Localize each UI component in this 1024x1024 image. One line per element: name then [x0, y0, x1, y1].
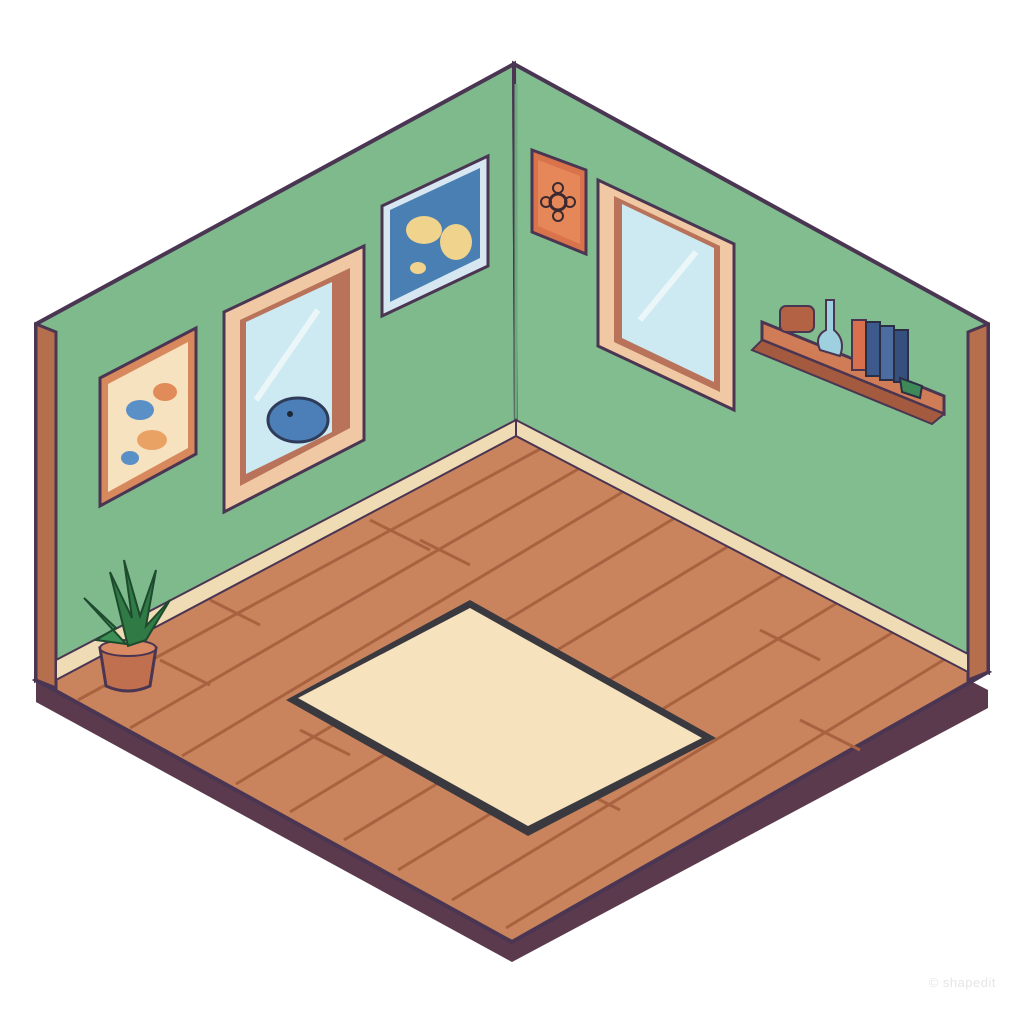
shelf-box — [779, 305, 815, 333]
isometric-room-scene — [31, 60, 993, 962]
shelf-book-blue-1 — [865, 321, 881, 377]
shelf-book-blue-2 — [879, 325, 895, 381]
shelf-book-blue-3 — [893, 329, 909, 383]
left-wall-edge — [34, 321, 58, 691]
right-wall-edge — [966, 321, 990, 683]
blue-creature — [266, 396, 330, 444]
watermark: © shapedit — [928, 975, 996, 990]
shelf-book-red — [851, 319, 867, 371]
